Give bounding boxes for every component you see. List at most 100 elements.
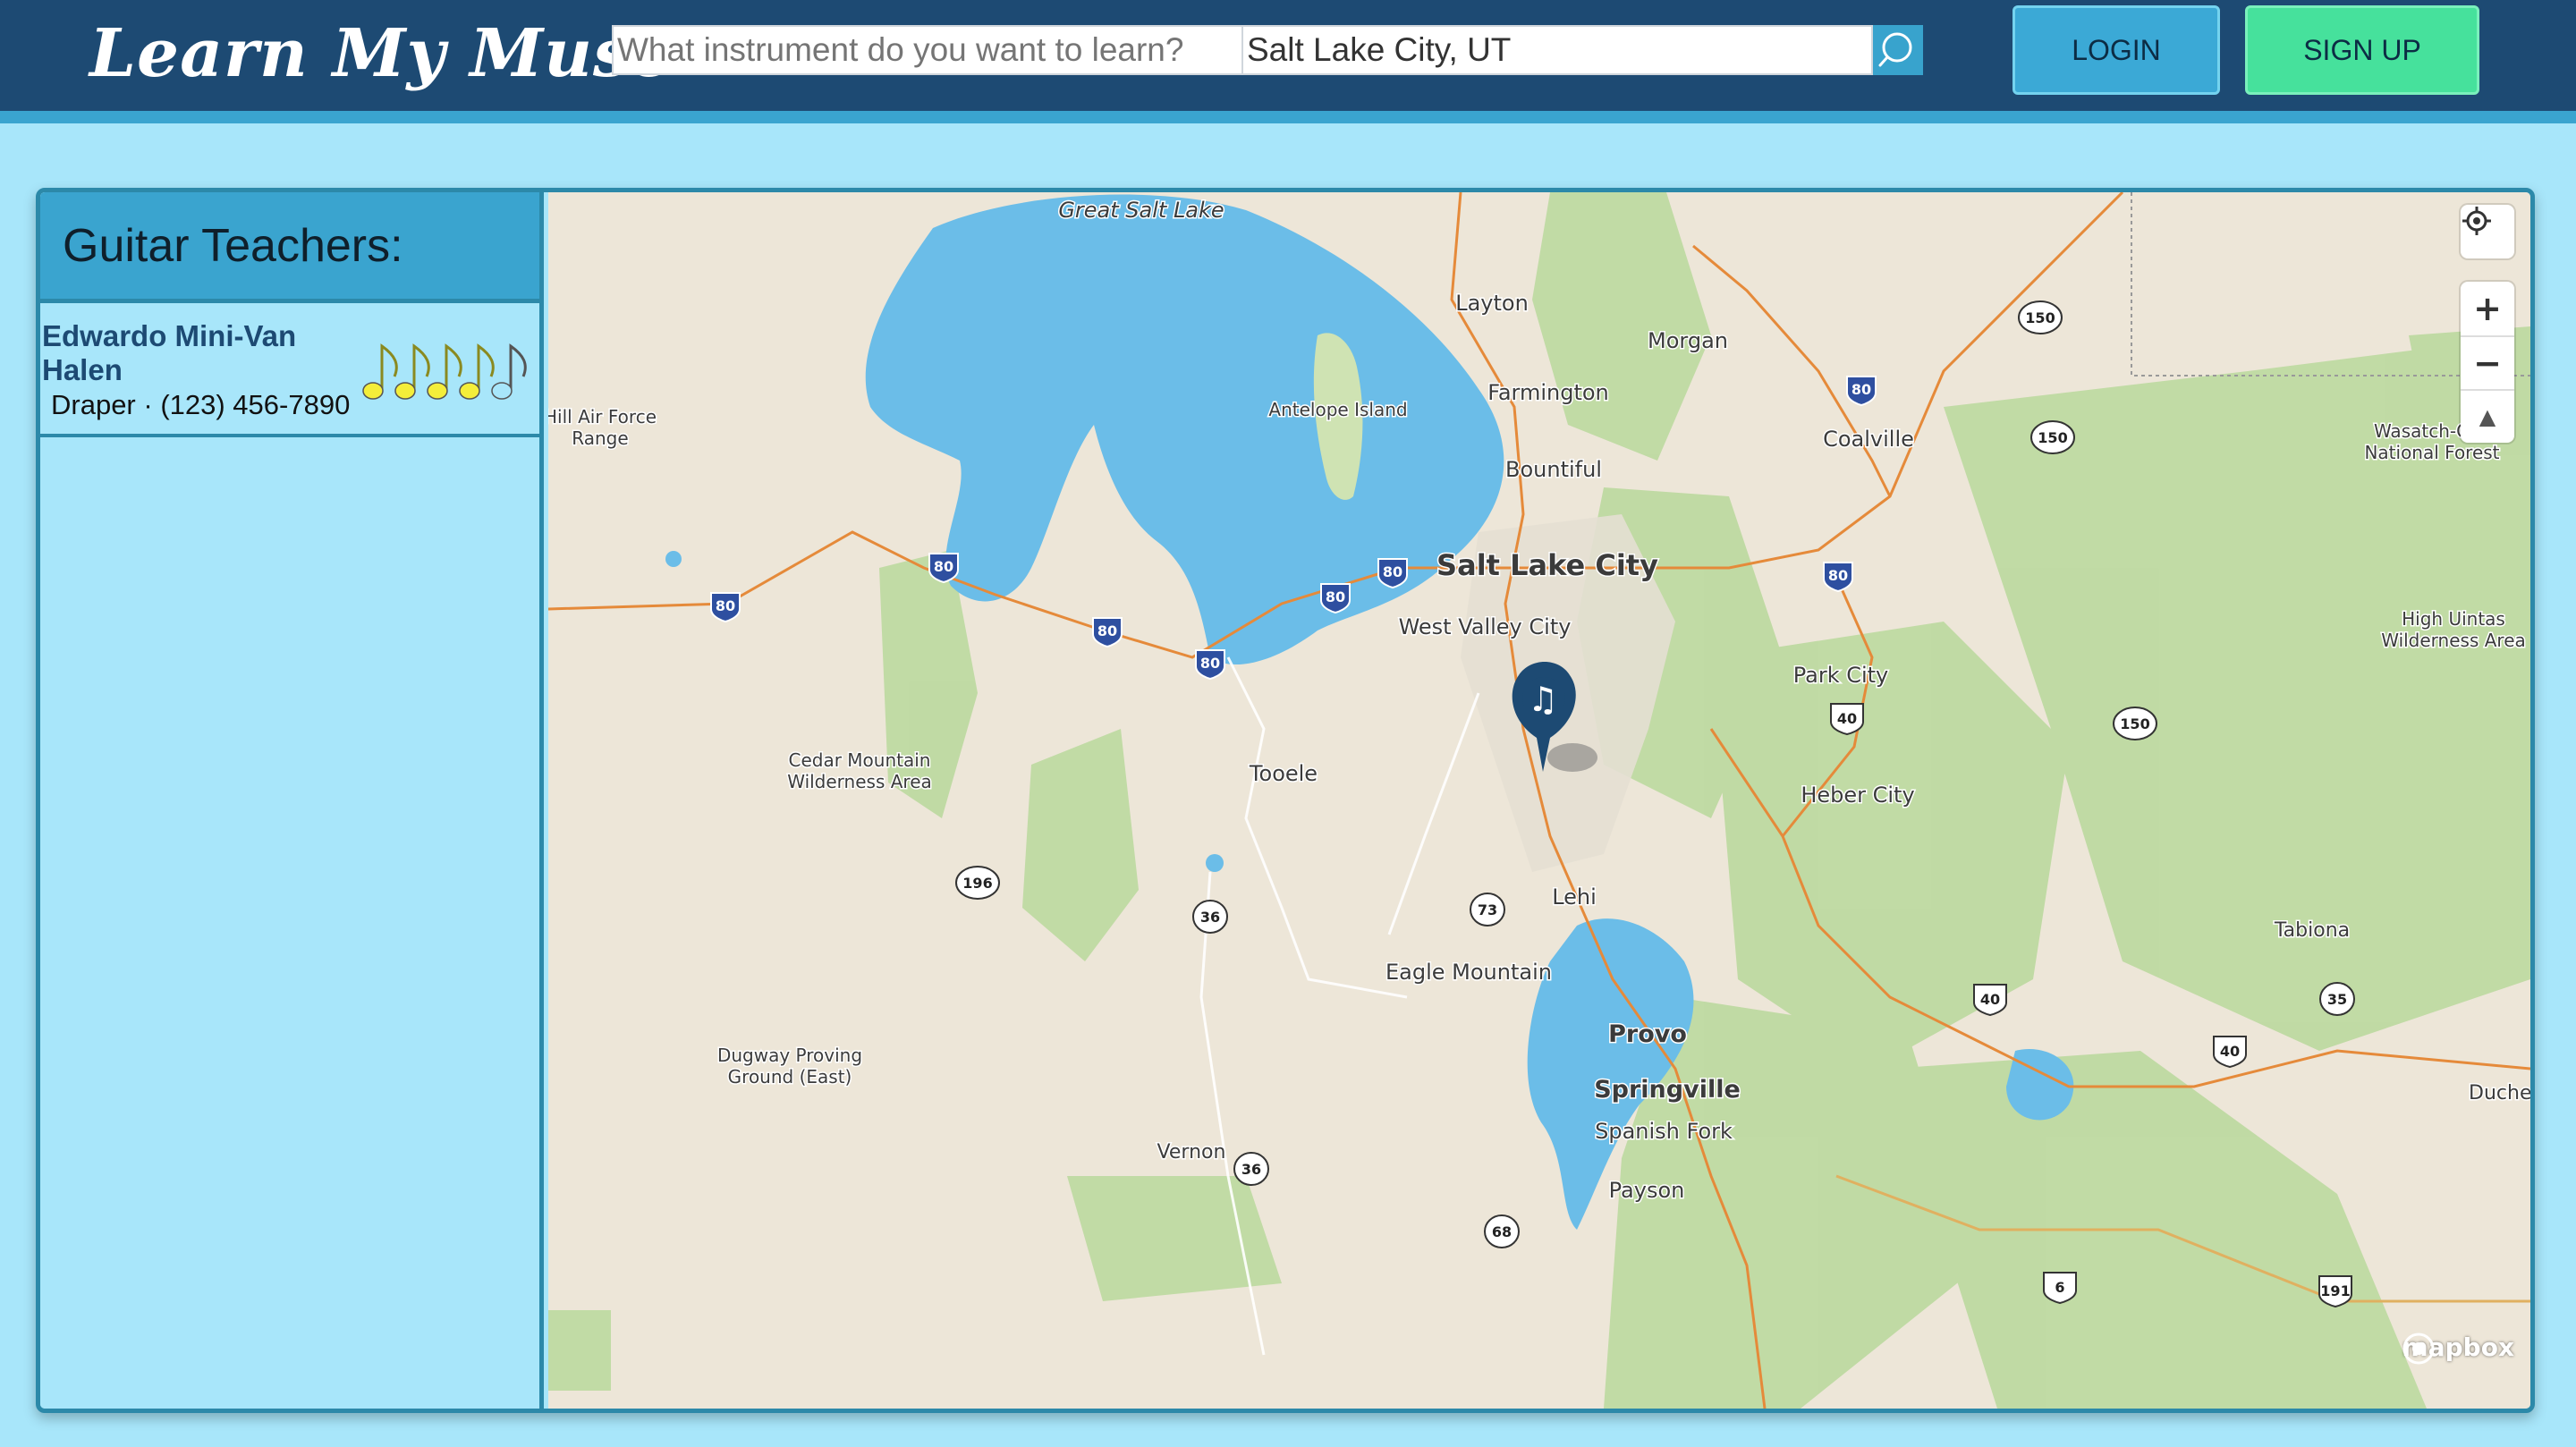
svg-text:40: 40	[1980, 991, 2000, 1008]
map-label-spanish-fork: Spanish Fork	[1595, 1119, 1733, 1144]
teacher-name[interactable]: Edwardo Mini-Van Halen	[42, 319, 328, 387]
map-label-cedar-mountain-1: Cedar Mountain	[789, 749, 931, 771]
svg-text:80: 80	[1852, 381, 1871, 398]
svg-text:80: 80	[1383, 563, 1402, 580]
route-shield-r68: 68	[1484, 1214, 1520, 1248]
signup-button[interactable]: SIGN UP	[2245, 5, 2479, 95]
zoom-control: + − ▲	[2461, 282, 2514, 443]
map-label-dugway-2: Ground (East)	[728, 1066, 852, 1087]
route-shield-i80: 80	[1092, 617, 1123, 648]
svg-text:36: 36	[1241, 1161, 1261, 1178]
location-search-input[interactable]	[1243, 25, 1873, 75]
route-shield-r36: 36	[1192, 900, 1228, 934]
teacher-phone: (123) 456-7890	[160, 389, 351, 420]
svg-text:40: 40	[2220, 1043, 2240, 1060]
map-label-morgan: Morgan	[1648, 328, 1728, 353]
teacher-card[interactable]: Edwardo Mini-Van Halen Draper · (123) 45…	[40, 303, 539, 437]
route-shield-i80: 80	[1320, 583, 1351, 614]
map-label-coalville: Coalville	[1823, 427, 1914, 452]
svg-text:73: 73	[1478, 901, 1497, 918]
map-label-duchesne: Duches	[2469, 1082, 2530, 1104]
map-label-tooele: Tooele	[1249, 761, 1318, 786]
great-salt-lake	[865, 194, 1504, 665]
geolocate-icon[interactable]	[2461, 205, 2514, 258]
teacher-rating	[362, 343, 527, 400]
map-label-farmington: Farmington	[1487, 380, 1609, 405]
route-shield-r150: 150	[2030, 420, 2075, 454]
svg-text:80: 80	[716, 597, 735, 614]
map-label-great-salt-lake: Great Salt Lake	[1058, 198, 1224, 223]
zoom-in-button[interactable]: +	[2461, 282, 2514, 335]
site-logo[interactable]: Learn My Muse	[89, 9, 674, 98]
route-shield-r36: 36	[1233, 1152, 1269, 1186]
search-bar	[612, 25, 1923, 75]
route-shield-i80: 80	[1195, 649, 1225, 681]
svg-text:35: 35	[2327, 991, 2347, 1008]
map-label-springville: Springville	[1594, 1076, 1741, 1104]
route-shield-r150: 150	[2018, 300, 2063, 334]
top-navbar: Learn My Muse LOGIN SIGN UP	[0, 0, 2576, 111]
route-shield-u40: 40	[1830, 703, 1864, 736]
route-shield-u6: 6	[2043, 1272, 2077, 1305]
map-label-heber-city: Heber City	[1801, 783, 1914, 808]
map-label-layton: Layton	[1455, 291, 1529, 316]
route-shield-u191: 191	[2318, 1275, 2352, 1308]
svg-text:150: 150	[2025, 309, 2055, 326]
search-button[interactable]	[1873, 25, 1923, 75]
rating-note-icon	[394, 343, 430, 400]
route-shield-r73: 73	[1470, 893, 1505, 927]
svg-text:80: 80	[1828, 567, 1848, 584]
map-label-dugway-1: Dugway Proving	[717, 1045, 862, 1066]
route-shield-i80: 80	[710, 592, 741, 623]
music-note-icon: ♫	[1528, 680, 1558, 719]
map-label-high-uintas-2: Wilderness Area	[2381, 630, 2526, 651]
route-shield-i80: 80	[1823, 562, 1853, 593]
map-label-high-uintas-1: High Uintas	[2402, 608, 2505, 630]
svg-text:80: 80	[1097, 622, 1117, 639]
header-underline	[0, 111, 2576, 123]
route-shield-i80: 80	[1846, 376, 1877, 407]
map-label-vernon: Vernon	[1157, 1141, 1226, 1164]
map-label-provo: Provo	[1608, 1020, 1687, 1048]
map-label-payson: Payson	[1609, 1178, 1685, 1203]
rating-note-icon	[362, 343, 398, 400]
route-shield-r196: 196	[955, 866, 1000, 900]
instrument-search-input[interactable]	[612, 25, 1243, 75]
svg-text:80: 80	[934, 558, 953, 575]
svg-text:36: 36	[1200, 909, 1220, 926]
map-label-bountiful: Bountiful	[1505, 457, 1602, 482]
sidebar-title: Guitar Teachers:	[40, 192, 539, 303]
map-label-hill-air-force: Hill Air Force	[548, 406, 657, 427]
map-label-wasatch-2: National Forest	[2364, 442, 2499, 463]
map-label-tabiona: Tabiona	[2274, 919, 2350, 942]
mapbox-logo-icon	[2402, 1333, 2435, 1365]
svg-text:80: 80	[1200, 655, 1220, 672]
map-label-lehi: Lehi	[1552, 884, 1597, 910]
map-label-wasatch-1: Wasatch-C	[2374, 420, 2469, 442]
mapbox-attribution[interactable]: mapbox	[2402, 1333, 2514, 1365]
svg-text:40: 40	[1837, 710, 1857, 727]
map-canvas[interactable]: 80 80 80 80 80 80 80 80 150 150 150 40 40 40 196 36 36 73…	[548, 192, 2530, 1409]
route-shield-r35: 35	[2319, 982, 2355, 1016]
svg-text:68: 68	[1492, 1223, 1512, 1240]
svg-text:196: 196	[962, 875, 992, 892]
rating-note-icon	[491, 343, 527, 400]
zoom-out-button[interactable]: −	[2461, 335, 2514, 389]
map-view[interactable]: 80 80 80 80 80 80 80 80 150 150 150 40 40 40 196 36 36 73…	[548, 192, 2530, 1409]
svg-text:6: 6	[2055, 1279, 2064, 1296]
svg-text:191: 191	[2320, 1282, 2350, 1299]
search-icon	[1878, 32, 1912, 67]
route-shield-u40: 40	[2213, 1036, 2247, 1069]
compass-button[interactable]: ▲	[2461, 389, 2514, 443]
svg-text:150: 150	[2120, 715, 2149, 732]
svg-text:80: 80	[1326, 588, 1345, 605]
route-shield-u40: 40	[1973, 984, 2007, 1017]
route-shield-r150: 150	[2113, 707, 2157, 740]
route-shield-i80: 80	[1377, 558, 1408, 589]
map-label-range: Range	[572, 427, 628, 449]
map-label-salt-lake-city: Salt Lake City	[1436, 548, 1658, 582]
meta-separator: ·	[143, 389, 161, 420]
login-button[interactable]: LOGIN	[2012, 5, 2220, 95]
map-label-west-valley-city: West Valley City	[1399, 614, 1572, 639]
svg-text:150: 150	[2038, 429, 2067, 446]
